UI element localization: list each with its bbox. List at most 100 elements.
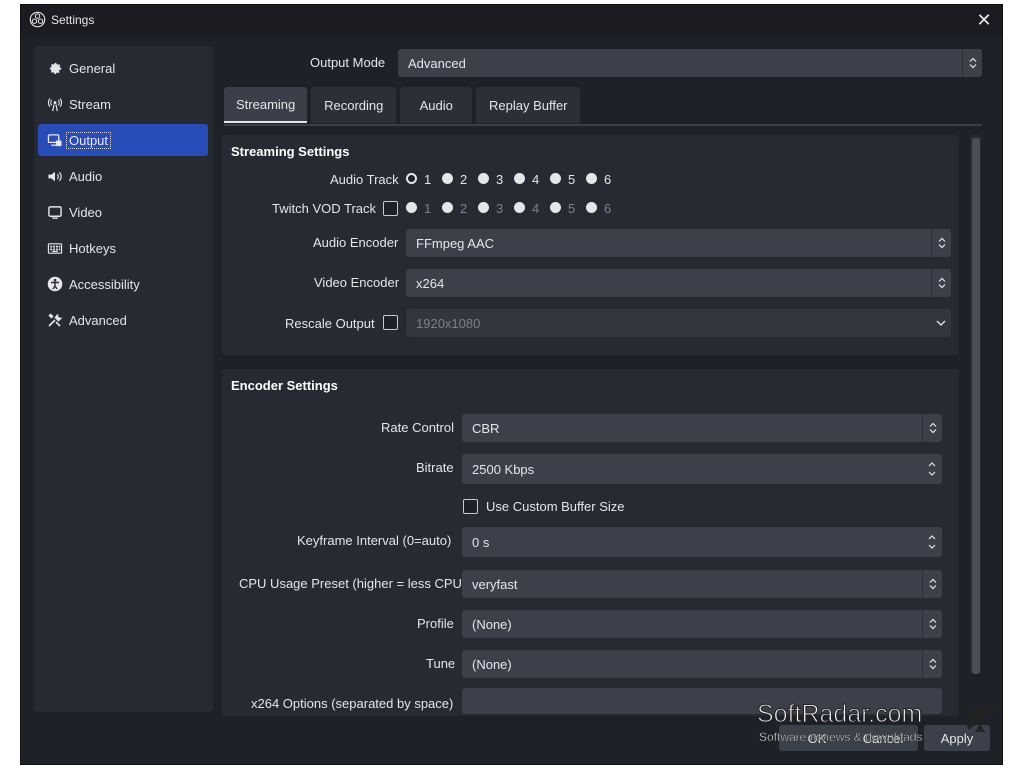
twitch-vod-checkbox[interactable]: [383, 201, 398, 216]
tab-divider: [224, 124, 982, 126]
audio-track-label: Audio Track: [330, 172, 399, 187]
sidebar-item-audio[interactable]: Audio: [38, 160, 208, 192]
tune-value: (None): [472, 656, 512, 672]
rate-control-value: CBR: [472, 420, 500, 436]
sidebar-item-general[interactable]: General: [38, 52, 208, 84]
audio-track-radio-3[interactable]: [478, 173, 489, 184]
audio-track-radio-2[interactable]: [442, 173, 453, 184]
updown-arrows-icon: [922, 570, 942, 598]
audio-track-radio-1[interactable]: [406, 173, 417, 184]
keyboard-icon: [47, 240, 63, 256]
twitch-vod-label: Twitch VOD Track: [272, 201, 377, 216]
updown-arrows-icon: [922, 650, 942, 678]
output-mode-label: Output Mode: [310, 55, 386, 70]
close-icon[interactable]: ✕: [972, 8, 996, 32]
profile-select[interactable]: (None): [462, 610, 942, 638]
scrollbar-thumb[interactable]: [972, 138, 980, 674]
sidebar-item-label: General: [69, 60, 116, 76]
vod-track-radio-2: [442, 202, 453, 213]
audio-track-label-3: 3: [496, 172, 504, 187]
output-mode-select[interactable]: Advanced: [398, 49, 982, 77]
tune-label: Tune: [426, 656, 456, 671]
sidebar-item-stream[interactable]: Stream: [38, 88, 208, 120]
sidebar-item-label: Video: [69, 204, 103, 220]
audio-track-radio-4[interactable]: [514, 173, 525, 184]
rate-control-select[interactable]: CBR: [462, 414, 942, 442]
accessibility-icon: [47, 276, 63, 292]
audio-encoder-select[interactable]: FFmpeg AAC: [406, 229, 951, 257]
audio-track-radio-5[interactable]: [550, 173, 561, 184]
audio-track-label-6: 6: [604, 172, 612, 187]
sidebar-item-hotkeys[interactable]: Hotkeys: [38, 232, 208, 264]
video-encoder-value: x264: [416, 275, 445, 291]
sidebar-item-advanced[interactable]: Advanced: [38, 304, 208, 336]
monitor-icon: [47, 204, 63, 220]
sidebar-item-accessibility[interactable]: Accessibility: [38, 268, 208, 300]
sidebar-item-label: Hotkeys: [69, 240, 116, 256]
watermark-brand: SoftRadar.com: [756, 700, 923, 729]
output-mode-value: Advanced: [408, 55, 466, 71]
audio-track-label-4: 4: [532, 172, 540, 187]
gear-icon: [47, 60, 63, 76]
watermark-tagline: Software reviews & downloads: [759, 730, 923, 744]
cpu-preset-value: veryfast: [472, 576, 518, 592]
audio-encoder-label: Audio Encoder: [313, 235, 399, 250]
tune-select[interactable]: (None): [462, 650, 942, 678]
vod-track-label-3: 3: [496, 201, 504, 216]
encoder-settings-title: Encoder Settings: [231, 378, 338, 393]
vod-track-radio-4: [514, 202, 525, 213]
vod-track-label-4: 4: [532, 201, 540, 216]
cpu-preset-select[interactable]: veryfast: [462, 570, 942, 598]
custom-buffer-label: Use Custom Buffer Size: [486, 499, 625, 514]
chevron-down-icon: [931, 309, 951, 337]
vod-track-radio-3: [478, 202, 489, 213]
keyframe-interval-value: 0 s: [472, 534, 490, 550]
speaker-icon: [47, 168, 63, 184]
profile-value: (None): [472, 616, 512, 632]
tab-streaming[interactable]: Streaming: [224, 87, 308, 123]
rescale-resolution-select: 1920x1080: [406, 309, 951, 337]
sidebar-item-output[interactable]: Output: [38, 124, 208, 156]
vod-track-label-2: 2: [460, 201, 468, 216]
keyframe-interval-label: Keyframe Interval (0=auto): [297, 533, 452, 548]
sidebar-item-label: Advanced: [69, 312, 127, 328]
x264-options-label: x264 Options (separated by space): [251, 696, 454, 711]
spin-arrows-icon[interactable]: [922, 527, 942, 557]
softradar-watermark: SoftRadar.com Software reviews & downloa…: [756, 700, 998, 748]
rescale-output-checkbox[interactable]: [383, 315, 398, 330]
rate-control-label: Rate Control: [381, 420, 454, 435]
audio-track-radio-6[interactable]: [586, 173, 597, 184]
obs-logo-icon: [29, 11, 46, 28]
tab-audio[interactable]: Audio: [400, 87, 473, 123]
updown-arrows-icon: [931, 269, 951, 297]
sidebar-item-label: Stream: [69, 96, 111, 112]
spin-arrows-icon[interactable]: [922, 454, 942, 484]
audio-track-label-1: 1: [424, 172, 432, 187]
streaming-settings-title: Streaming Settings: [231, 144, 350, 159]
tab-recording[interactable]: Recording: [311, 87, 397, 123]
vod-track-radio-6: [586, 202, 597, 213]
bitrate-value: 2500 Kbps: [472, 461, 535, 477]
sidebar-item-video[interactable]: Video: [38, 196, 208, 228]
video-encoder-select[interactable]: x264: [406, 269, 951, 297]
cpu-preset-label: CPU Usage Preset (higher = less CPU): [239, 576, 467, 591]
tools-icon: [47, 312, 63, 328]
output-icon: [47, 132, 63, 148]
keyframe-interval-spinbox[interactable]: 0 s: [462, 527, 942, 557]
custom-buffer-checkbox[interactable]: [463, 499, 478, 514]
updown-arrows-icon: [931, 229, 951, 257]
vod-track-radio-1: [406, 202, 417, 213]
rescale-output-label: Rescale Output: [285, 316, 375, 331]
window-title: Settings: [51, 13, 95, 27]
sidebar-item-label: Audio: [69, 168, 103, 184]
profile-label: Profile: [417, 616, 454, 631]
audio-encoder-value: FFmpeg AAC: [416, 235, 495, 251]
bitrate-label: Bitrate: [416, 460, 454, 475]
rescale-resolution-value: 1920x1080: [416, 315, 481, 331]
bitrate-spinbox[interactable]: 2500 Kbps: [462, 454, 942, 484]
tab-replay-buffer[interactable]: Replay Buffer: [476, 87, 581, 123]
output-tabs: Streaming Recording Audio Replay Buffer: [224, 87, 584, 123]
satellite-dish-icon: [966, 703, 998, 732]
audio-track-label-5: 5: [568, 172, 576, 187]
settings-window: Settings ✕ General Stream Output Audio V…: [20, 4, 1003, 765]
